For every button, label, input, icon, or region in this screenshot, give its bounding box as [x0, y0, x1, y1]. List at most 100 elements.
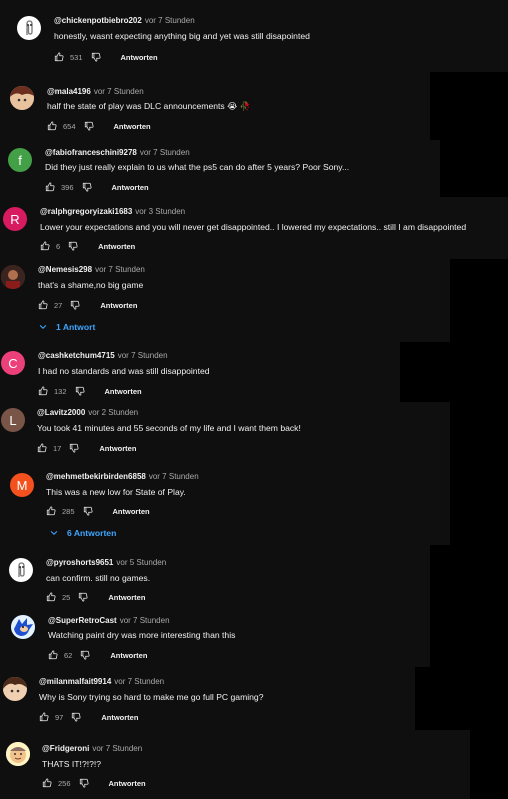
- comment-header: @cashketchum4715 vor 7 Stunden: [38, 351, 168, 360]
- like-count: 62: [64, 650, 73, 660]
- timestamp[interactable]: vor 7 Stunden: [140, 148, 190, 157]
- like-icon[interactable]: [46, 506, 56, 516]
- reply-button[interactable]: Antworten: [98, 242, 135, 251]
- dislike-icon[interactable]: [80, 650, 90, 660]
- avatar[interactable]: [11, 615, 35, 639]
- reply-button[interactable]: Antworten: [113, 507, 150, 516]
- author-handle[interactable]: @Lavitz2000: [37, 408, 85, 417]
- avatar-letter: L: [9, 412, 17, 428]
- avatar[interactable]: [3, 677, 27, 701]
- like-icon[interactable]: [40, 241, 50, 251]
- like-icon[interactable]: [54, 52, 64, 62]
- reply-button[interactable]: Antworten: [112, 183, 149, 192]
- author-handle[interactable]: @pyroshorts9651: [46, 558, 113, 567]
- author-handle[interactable]: @Nemesis298: [38, 265, 92, 274]
- reply-button[interactable]: Antworten: [114, 122, 151, 131]
- comment-actions: 256 Antworten: [42, 778, 146, 788]
- chevron-down-icon: [50, 530, 58, 536]
- reply-button[interactable]: Antworten: [99, 444, 136, 453]
- comment-actions: 654 Antworten: [47, 121, 151, 131]
- reply-button[interactable]: Antworten: [100, 301, 137, 310]
- dislike-icon[interactable]: [84, 121, 94, 131]
- like-icon[interactable]: [37, 443, 47, 453]
- avatar[interactable]: f: [8, 148, 32, 172]
- comment-actions: 396 Antworten: [45, 182, 149, 192]
- like-icon[interactable]: [48, 650, 58, 660]
- dislike-icon[interactable]: [71, 712, 81, 722]
- reply-button[interactable]: Antworten: [101, 713, 138, 722]
- show-replies-button[interactable]: 6 Antworten: [49, 528, 116, 538]
- like-count: 654: [63, 121, 76, 131]
- like-icon[interactable]: [38, 386, 48, 396]
- comment-header: @Nemesis298 vor 7 Stunden: [38, 265, 145, 274]
- like-count: 256: [58, 778, 71, 788]
- dislike-icon[interactable]: [83, 506, 93, 516]
- comment-header: @Fridgeroni vor 7 Stunden: [42, 744, 142, 753]
- dislike-icon[interactable]: [69, 443, 79, 453]
- avatar[interactable]: L: [1, 408, 25, 432]
- comment-actions: 17 Antworten: [37, 443, 136, 453]
- author-handle[interactable]: @mehmetbekirbirden6858: [46, 472, 146, 481]
- comment-actions: 27 Antworten: [38, 300, 137, 310]
- author-handle[interactable]: @fabiofranceschini9278: [45, 148, 137, 157]
- avatar[interactable]: [1, 265, 25, 289]
- dislike-icon[interactable]: [68, 241, 78, 251]
- author-handle[interactable]: @SuperRetroCast: [48, 616, 117, 625]
- reply-button[interactable]: Antworten: [110, 651, 147, 660]
- timestamp[interactable]: vor 7 Stunden: [149, 472, 199, 481]
- comment-header: @ralphgregoryizaki1683 vor 3 Stunden: [40, 207, 185, 216]
- timestamp[interactable]: vor 7 Stunden: [120, 616, 170, 625]
- dislike-icon[interactable]: [82, 182, 92, 192]
- avatar[interactable]: M: [10, 473, 34, 497]
- timestamp[interactable]: vor 7 Stunden: [94, 87, 144, 96]
- dislike-icon[interactable]: [79, 778, 89, 788]
- timestamp[interactable]: vor 7 Stunden: [145, 16, 195, 25]
- avatar-letter: C: [8, 355, 18, 371]
- timestamp[interactable]: vor 7 Stunden: [118, 351, 168, 360]
- avatar[interactable]: [17, 16, 41, 40]
- like-icon[interactable]: [47, 121, 57, 131]
- dislike-icon[interactable]: [78, 592, 88, 602]
- timestamp[interactable]: vor 7 Stunden: [114, 677, 164, 686]
- like-icon[interactable]: [38, 300, 48, 310]
- comment-text: half the state of play was DLC announcem…: [47, 101, 251, 111]
- avatar[interactable]: R: [3, 207, 27, 231]
- author-handle[interactable]: @mala4196: [47, 87, 91, 96]
- like-icon[interactable]: [42, 778, 52, 788]
- like-icon[interactable]: [45, 182, 55, 192]
- like-count: 97: [55, 712, 64, 722]
- comment-text: that's a shame,no big game: [38, 280, 144, 290]
- author-handle[interactable]: @chickenpotbiebro202: [54, 16, 142, 25]
- like-icon[interactable]: [39, 712, 49, 722]
- author-handle[interactable]: @milanmalfait9914: [39, 677, 111, 686]
- comment-actions: 6 Antworten: [40, 241, 135, 251]
- timestamp[interactable]: vor 2 Stunden: [88, 408, 138, 417]
- reply-button[interactable]: Antworten: [109, 779, 146, 788]
- like-icon[interactable]: [46, 592, 56, 602]
- dislike-icon[interactable]: [75, 386, 85, 396]
- reply-button[interactable]: Antworten: [105, 387, 142, 396]
- chevron-down-icon: [39, 324, 47, 330]
- like-count: 25: [62, 592, 71, 602]
- replies-count: 1 Antwort: [56, 322, 96, 332]
- avatar[interactable]: [6, 742, 30, 766]
- clippy-avatar-icon: [18, 562, 25, 577]
- reply-button[interactable]: Antworten: [108, 593, 145, 602]
- avatar[interactable]: [10, 86, 34, 110]
- author-handle[interactable]: @cashketchum4715: [38, 351, 115, 360]
- anime-avatar-icon: [3, 677, 27, 701]
- timestamp[interactable]: vor 7 Stunden: [92, 744, 142, 753]
- face-avatar-icon: [6, 742, 30, 766]
- like-count: 531: [70, 52, 83, 62]
- avatar[interactable]: C: [1, 351, 25, 375]
- reply-button[interactable]: Antworten: [121, 53, 158, 62]
- dislike-icon[interactable]: [70, 300, 80, 310]
- avatar[interactable]: [9, 558, 33, 582]
- timestamp[interactable]: vor 7 Stunden: [95, 265, 145, 274]
- dislike-icon[interactable]: [91, 52, 101, 62]
- author-handle[interactable]: @ralphgregoryizaki1683: [40, 207, 132, 216]
- author-handle[interactable]: @Fridgeroni: [42, 744, 89, 753]
- timestamp[interactable]: vor 5 Stunden: [116, 558, 166, 567]
- show-replies-button[interactable]: 1 Antwort: [38, 322, 95, 332]
- timestamp[interactable]: vor 3 Stunden: [135, 207, 185, 216]
